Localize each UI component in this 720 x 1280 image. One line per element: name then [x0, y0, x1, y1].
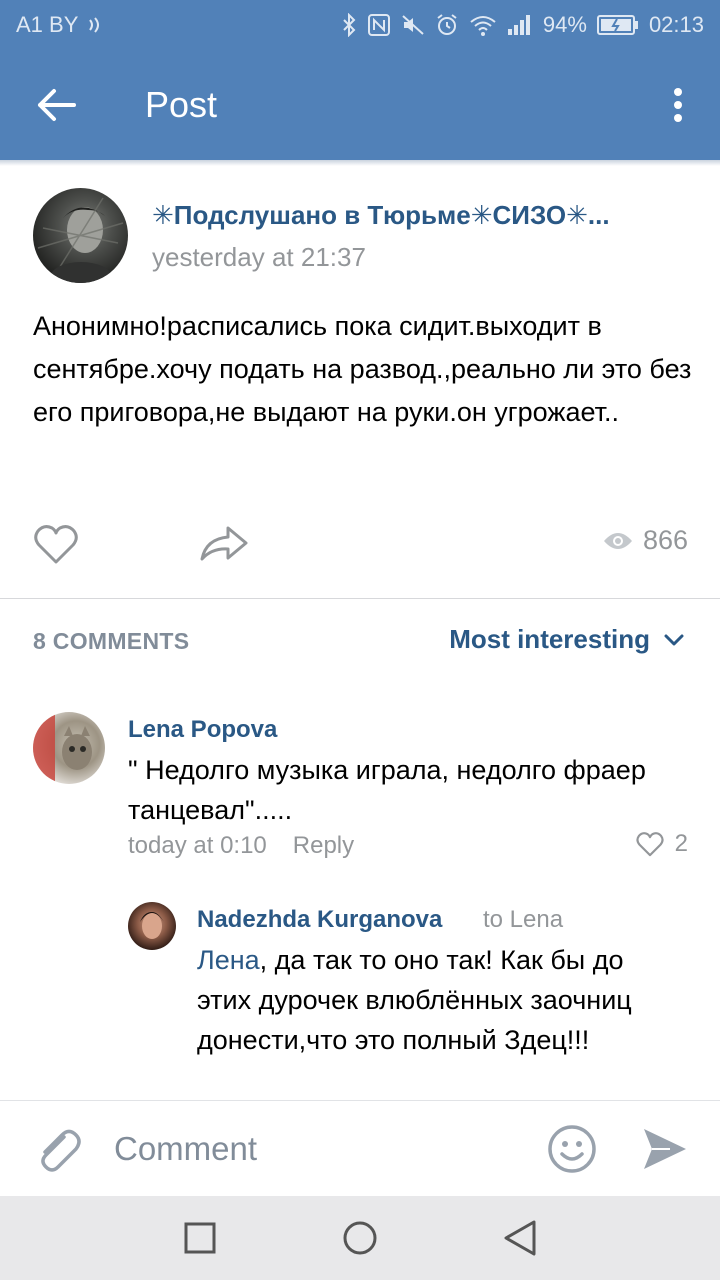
status-left: A1 BY	[16, 12, 102, 38]
comment-composer	[0, 1100, 720, 1196]
signal-icon	[507, 14, 533, 36]
comments-sort-select[interactable]: Most interesting	[449, 624, 684, 655]
system-nav-bar	[0, 1196, 720, 1280]
views-counter: 866	[603, 525, 688, 556]
sort-label: Most interesting	[449, 624, 650, 654]
views-count: 866	[642, 525, 688, 555]
share-arrow-icon	[200, 526, 248, 561]
comment-like-button[interactable]: 2	[635, 830, 688, 858]
post-author[interactable]: ✳Подслушано в Тюрьме✳СИЗО✳...	[152, 200, 672, 231]
bluetooth-icon	[341, 13, 357, 37]
like-button[interactable]	[33, 523, 79, 565]
wifi-icon	[469, 13, 497, 37]
avatar-photo	[33, 712, 92, 784]
send-button[interactable]	[640, 1125, 690, 1173]
status-right: 94% 02:13	[341, 12, 704, 38]
comment-meta: today at 0:10 Reply	[128, 832, 354, 860]
post-header: ✳Подслушано в Тюрьме✳СИЗО✳... yesterday …	[0, 180, 720, 290]
post-screen: A1 BY 94% 02:13 Post ✳Подслушано в Тюрьм…	[0, 0, 720, 1280]
send-icon	[644, 1129, 686, 1169]
home-button[interactable]	[342, 1220, 378, 1256]
post-divider	[0, 598, 720, 599]
comment-input[interactable]	[114, 1125, 514, 1173]
comment-like-count: 2	[674, 830, 688, 857]
avatar-photo	[140, 912, 164, 939]
alarm-icon	[435, 13, 459, 37]
triangle-back-icon	[504, 1220, 536, 1256]
reply-avatar[interactable]	[128, 902, 176, 950]
nfc-icon	[367, 13, 391, 37]
back-button[interactable]	[28, 80, 84, 130]
post-time: yesterday at 21:37	[152, 242, 366, 272]
post-text: Анонимно!расписались пока сидит.выходит …	[33, 311, 692, 427]
comment-author[interactable]: Lena Popova	[128, 716, 277, 744]
comment-avatar[interactable]	[33, 712, 105, 784]
page-title: Post	[145, 84, 218, 125]
emoji-button[interactable]	[546, 1123, 598, 1175]
reply-button[interactable]: Reply	[293, 832, 354, 860]
reply-text-body: , да так то оно так! Как бы до этих дуро…	[197, 945, 632, 1055]
nfc-waves-icon	[86, 17, 102, 33]
reply-mention-link[interactable]: Лена	[197, 945, 260, 975]
attach-button[interactable]	[34, 1123, 82, 1175]
reply-to-label[interactable]: to Lena	[483, 906, 563, 934]
more-vertical-icon	[674, 88, 682, 122]
comment-text: " Недолго музыка играла, недолго фраер т…	[128, 755, 646, 825]
status-bar: A1 BY 94% 02:13	[0, 0, 720, 50]
mute-icon	[401, 13, 425, 37]
recents-button[interactable]	[184, 1222, 216, 1254]
share-button[interactable]	[198, 523, 250, 565]
reply-text: Лена, да так то оно так! Как бы до этих …	[197, 940, 677, 1060]
arrow-left-icon	[38, 89, 76, 121]
reply-author[interactable]: Nadezhda Kurganova	[197, 906, 442, 934]
paperclip-icon	[41, 1129, 81, 1172]
app-bar: Post	[0, 50, 720, 160]
comment-time: today at 0:10	[128, 832, 267, 859]
eye-icon	[603, 532, 632, 549]
square-icon	[184, 1222, 216, 1254]
more-options-button[interactable]	[658, 80, 698, 130]
system-back-button[interactable]	[502, 1218, 538, 1258]
circle-icon	[343, 1221, 377, 1255]
avatar-photo	[37, 197, 124, 283]
heart-icon	[636, 832, 664, 857]
battery-level: 94%	[542, 12, 587, 37]
chevron-down-icon	[664, 634, 684, 645]
smile-icon	[548, 1125, 596, 1173]
carrier-label: A1 BY	[16, 12, 79, 37]
heart-icon	[34, 525, 78, 564]
app-bar-shadow	[0, 160, 720, 166]
post-actions: 866	[0, 515, 720, 575]
battery-charging-icon	[596, 14, 639, 36]
community-avatar[interactable]	[33, 188, 128, 283]
clock: 02:13	[648, 12, 704, 37]
comments-count: 8 COMMENTS	[33, 628, 190, 654]
